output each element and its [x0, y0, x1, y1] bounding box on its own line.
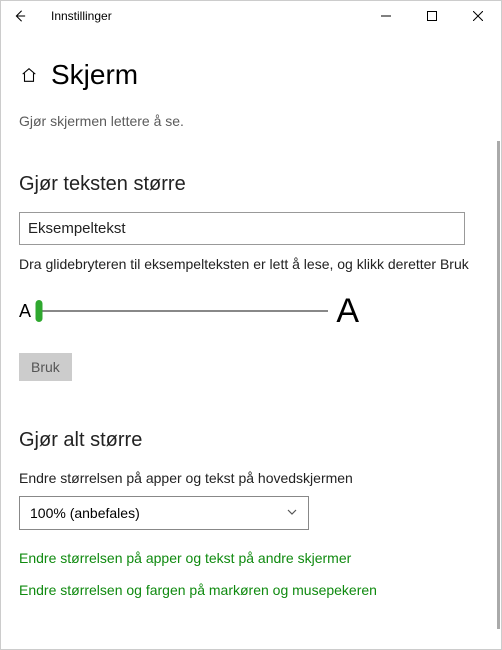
- sample-text-box: Eksempeltekst: [19, 212, 465, 245]
- scaling-label: Endre størrelsen på apper og tekst på ho…: [19, 470, 483, 486]
- link-cursor-pointer[interactable]: Endre størrelsen og fargen på markøren o…: [19, 582, 483, 598]
- slider-thumb[interactable]: [36, 300, 43, 322]
- home-icon[interactable]: [19, 65, 39, 85]
- slider-instruction: Dra glidebryteren til eksempelteksten er…: [19, 255, 469, 274]
- scaling-dropdown[interactable]: 100% (anbefales): [19, 496, 309, 530]
- minimize-button[interactable]: [363, 1, 409, 31]
- content-area: Skjerm Gjør skjermen lettere å se. Gjør …: [1, 31, 501, 649]
- text-size-heading: Gjør teksten større: [19, 173, 483, 196]
- slider-min-label: A: [19, 301, 31, 322]
- maximize-button[interactable]: [409, 1, 455, 31]
- back-button[interactable]: [5, 2, 33, 30]
- link-other-displays[interactable]: Endre størrelsen på apper og tekst på an…: [19, 550, 483, 566]
- text-size-slider-row: A A: [19, 292, 359, 331]
- slider-max-label: A: [336, 292, 359, 331]
- text-size-slider[interactable]: [39, 310, 328, 312]
- close-button[interactable]: [455, 1, 501, 31]
- page-title: Skjerm: [51, 59, 138, 91]
- window-controls: [363, 1, 501, 31]
- page-header: Skjerm: [19, 59, 483, 91]
- chevron-down-icon: [286, 505, 298, 521]
- title-bar: Innstillinger: [1, 1, 501, 31]
- apply-button[interactable]: Bruk: [19, 353, 72, 381]
- page-subtitle: Gjør skjermen lettere å se.: [19, 113, 483, 129]
- scaling-selected-value: 100% (anbefales): [30, 505, 140, 521]
- scaling-heading: Gjør alt større: [19, 429, 483, 452]
- window-title: Innstillinger: [51, 9, 112, 23]
- scrollbar[interactable]: [497, 141, 500, 629]
